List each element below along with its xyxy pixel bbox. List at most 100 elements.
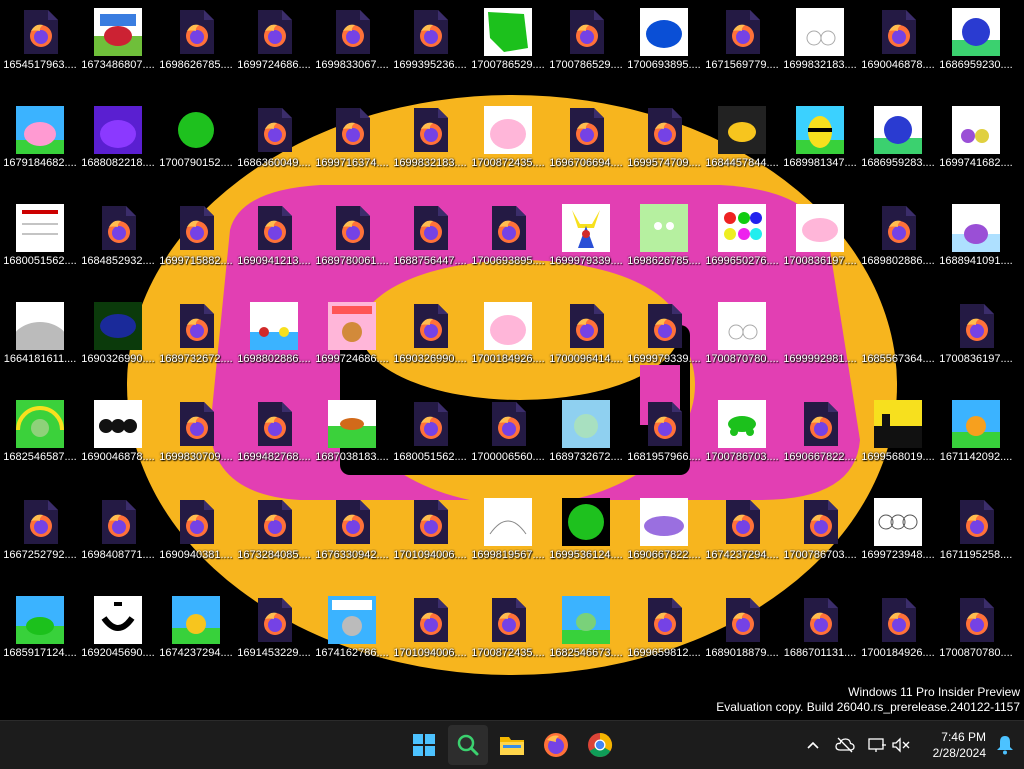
desktop-icon[interactable]: 1699536124.... (548, 490, 624, 580)
desktop-icon[interactable]: 1698408771.... (80, 490, 156, 580)
desktop-icon[interactable]: 1676330942.... (314, 490, 390, 580)
desktop-icon[interactable]: 1700786703.... (782, 490, 858, 580)
onedrive-tray-button[interactable] (834, 734, 856, 756)
desktop-icon[interactable]: 1699741682.... (938, 98, 1014, 188)
desktop-icon[interactable]: 1700184926.... (470, 294, 546, 384)
desktop-icon[interactable]: 1700693895.... (626, 0, 702, 90)
desktop-icon[interactable]: 1699715882.... (158, 196, 234, 286)
search-button[interactable] (448, 725, 488, 765)
desktop-icon[interactable]: 1699979339.... (548, 196, 624, 286)
desktop-icon[interactable]: 1699833067.... (314, 0, 390, 90)
desktop-icon[interactable]: 1700096414.... (548, 294, 624, 384)
desktop-icon[interactable]: 1700872435.... (470, 588, 546, 678)
desktop-icon[interactable]: 1674237294.... (704, 490, 780, 580)
network-tray-button[interactable] (866, 734, 888, 756)
desktop-icon[interactable]: 1687038183.... (314, 392, 390, 482)
show-hidden-icons-button[interactable] (802, 734, 824, 756)
desktop-icon[interactable]: 1699723948.... (860, 490, 936, 580)
desktop-icon[interactable]: 1692045690.... (80, 588, 156, 678)
desktop-icon[interactable]: 1671569779.... (704, 0, 780, 90)
desktop-icon[interactable]: 1671142092.... (938, 392, 1014, 482)
desktop-icon[interactable]: 1699819567.... (470, 490, 546, 580)
desktop-icon[interactable]: 1700870780.... (704, 294, 780, 384)
desktop-icon[interactable]: 1689732672.... (548, 392, 624, 482)
desktop-icon[interactable]: 1690667822.... (782, 392, 858, 482)
desktop-icon[interactable]: 1686701131.... (782, 588, 858, 678)
taskbar-clock[interactable]: 7:46 PM 2/28/2024 (933, 729, 986, 761)
desktop-icon[interactable]: 1689981347.... (782, 98, 858, 188)
desktop-icon[interactable]: 1699650276.... (704, 196, 780, 286)
firefox-taskbar-button[interactable] (536, 725, 576, 765)
desktop-icon[interactable]: 1680051562.... (392, 392, 468, 482)
desktop-icon[interactable]: 1690046878.... (860, 0, 936, 90)
desktop-icon[interactable]: 1699724686.... (236, 0, 312, 90)
desktop-icon[interactable]: 1700184926.... (860, 588, 936, 678)
desktop-icon[interactable]: 1674237294.... (158, 588, 234, 678)
desktop-icon[interactable]: 1700870780.... (938, 588, 1014, 678)
desktop-icon[interactable]: 1699724686.... (314, 294, 390, 384)
desktop-icon[interactable]: 1682546673.... (548, 588, 624, 678)
desktop-icon[interactable]: 1700786529.... (470, 0, 546, 90)
desktop-icon[interactable]: 1699979339.... (626, 294, 702, 384)
desktop-icon[interactable]: 1700872435.... (470, 98, 546, 188)
desktop-icon[interactable]: 1698626785.... (158, 0, 234, 90)
volume-tray-button[interactable] (890, 734, 912, 756)
desktop-icon[interactable]: 1682546587.... (2, 392, 78, 482)
chrome-taskbar-button[interactable] (580, 725, 620, 765)
desktop-icon[interactable]: 1690940381.... (158, 490, 234, 580)
desktop-icon[interactable]: 1700786703.... (704, 392, 780, 482)
desktop-icon[interactable]: 1690941213.... (236, 196, 312, 286)
desktop-icon[interactable]: 1699482768.... (236, 392, 312, 482)
desktop-icon[interactable]: 1688941091.... (938, 196, 1014, 286)
desktop-icon[interactable]: 1686959230.... (938, 0, 1014, 90)
desktop-icon[interactable]: 1681957966.... (626, 392, 702, 482)
desktop-icon[interactable]: 1690326990.... (392, 294, 468, 384)
desktop-icon[interactable]: 1673486807.... (80, 0, 156, 90)
desktop-icon[interactable]: 1699832183.... (392, 98, 468, 188)
desktop-icon[interactable]: 1688082218.... (80, 98, 156, 188)
desktop-icon[interactable]: 1664181611.... (2, 294, 78, 384)
desktop-icon[interactable]: 1701094006.... (392, 588, 468, 678)
desktop-icon[interactable]: 1700006560.... (470, 392, 546, 482)
desktop-icon[interactable]: 1699992981.... (782, 294, 858, 384)
desktop-icon[interactable]: 1700790152.... (158, 98, 234, 188)
desktop-icon[interactable]: 1700836197.... (938, 294, 1014, 384)
start-button[interactable] (404, 725, 444, 765)
desktop-icon[interactable]: 1684852932.... (80, 196, 156, 286)
desktop-icon[interactable]: 1689780061.... (314, 196, 390, 286)
desktop-icon[interactable]: 1674162786.... (314, 588, 390, 678)
desktop-icon[interactable]: 1700836197.... (782, 196, 858, 286)
desktop-icon[interactable]: 1679184682.... (2, 98, 78, 188)
desktop-icon[interactable]: 1700693895.... (470, 196, 546, 286)
desktop-icon[interactable]: 1699395236.... (392, 0, 468, 90)
desktop-icon[interactable]: 1696706694.... (548, 98, 624, 188)
desktop-icon[interactable]: 1690326990.... (80, 294, 156, 384)
desktop-icon[interactable]: 1699716374.... (314, 98, 390, 188)
desktop-icon[interactable]: 1667252792.... (2, 490, 78, 580)
desktop-icon[interactable]: 1691453229.... (236, 588, 312, 678)
desktop-icon[interactable]: 1699832183.... (782, 0, 858, 90)
desktop-icon[interactable]: 1689802886.... (860, 196, 936, 286)
desktop-icon[interactable]: 1673284085.... (236, 490, 312, 580)
desktop-icon[interactable]: 1685917124.... (2, 588, 78, 678)
desktop-icon[interactable]: 1685567364.... (860, 294, 936, 384)
desktop-icon[interactable]: 1690046878.... (80, 392, 156, 482)
desktop-icon[interactable]: 1686959283.... (860, 98, 936, 188)
file-explorer-button[interactable] (492, 725, 532, 765)
desktop-icon[interactable]: 1690667822.... (626, 490, 702, 580)
desktop-icon[interactable]: 1688756447.... (392, 196, 468, 286)
desktop-icon[interactable]: 1698626785.... (626, 196, 702, 286)
desktop-icon[interactable]: 1701094006.... (392, 490, 468, 580)
desktop-icon[interactable]: 1699568019.... (860, 392, 936, 482)
desktop-icon[interactable]: 1689018879.... (704, 588, 780, 678)
desktop-icon[interactable]: 1699830709.... (158, 392, 234, 482)
desktop-icon[interactable]: 1680051562.... (2, 196, 78, 286)
notification-button[interactable] (996, 735, 1014, 760)
desktop-icon[interactable]: 1700786529.... (548, 0, 624, 90)
desktop-icon[interactable]: 1699659812.... (626, 588, 702, 678)
desktop-icon[interactable]: 1689732672.... (158, 294, 234, 384)
desktop-icon[interactable]: 1654517963.... (2, 0, 78, 90)
desktop-icon[interactable]: 1671195258.... (938, 490, 1014, 580)
desktop-icon[interactable]: 1686360049.... (236, 98, 312, 188)
desktop-icon[interactable]: 1698802886.... (236, 294, 312, 384)
